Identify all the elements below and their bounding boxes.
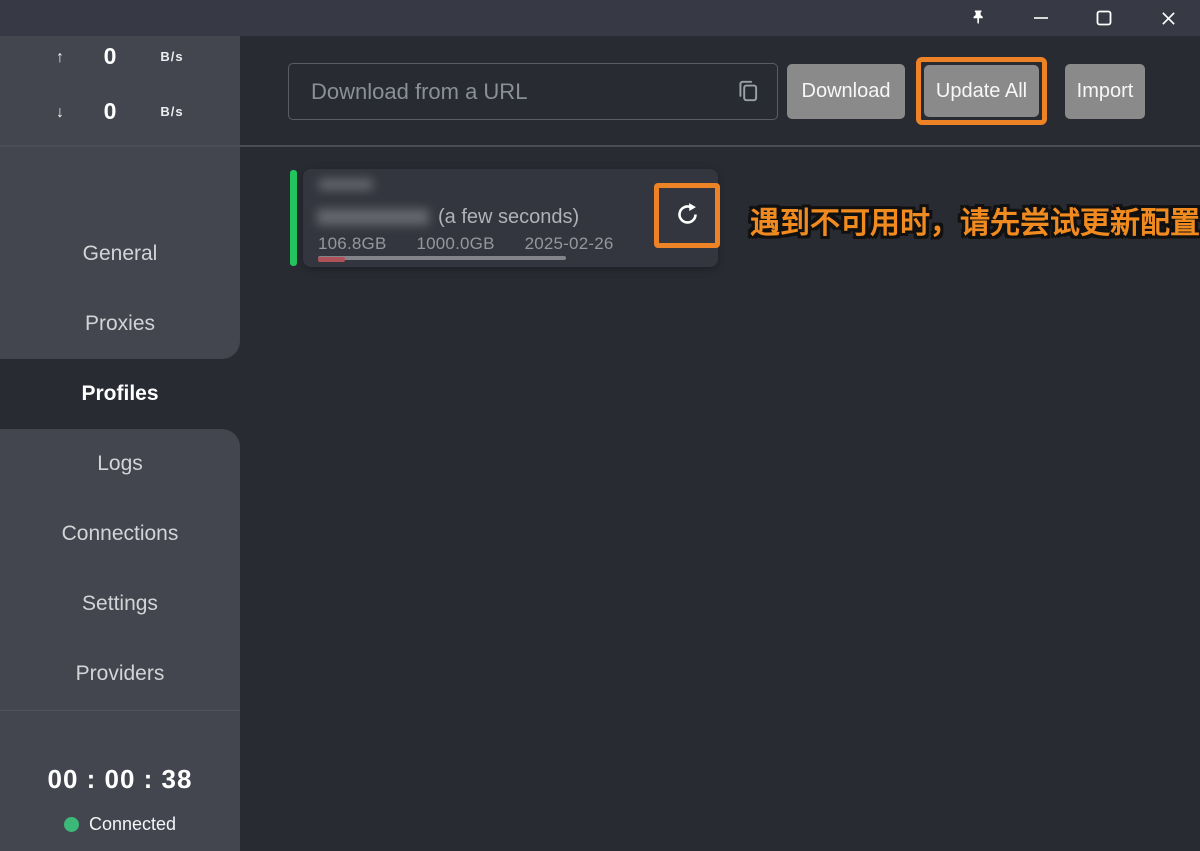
upload-arrow-icon: ↑ (50, 49, 70, 67)
url-input-wrapper (288, 63, 778, 120)
sidebar-item-general[interactable]: General (0, 219, 240, 289)
traffic-total: 1000.0GB (416, 234, 494, 253)
minimize-button[interactable] (1019, 0, 1063, 36)
sidebar-item-providers[interactable]: Providers (0, 639, 240, 709)
sidebar-item-label: General (83, 242, 158, 266)
update-all-button[interactable]: Update All (924, 65, 1039, 117)
download-speed-value: 0 (84, 98, 136, 125)
profile-stats: 106.8GB 1000.0GB 2025-02-26 (318, 234, 614, 254)
status-label: Connected (89, 814, 176, 835)
refresh-highlight-box (654, 183, 720, 248)
sidebar-item-label: Providers (76, 662, 165, 686)
toolbar-divider (0, 145, 1200, 147)
paste-from-clipboard-button[interactable] (734, 78, 762, 106)
connection-status: Connected (0, 812, 240, 836)
upload-speed-value: 0 (84, 43, 136, 70)
sidebar-item-label: Proxies (85, 312, 155, 336)
download-speed-unit: B/s (150, 104, 194, 119)
maximize-icon (1096, 10, 1112, 26)
sidebar-item-proxies[interactable]: Proxies (0, 289, 240, 359)
title-bar (0, 0, 1200, 36)
tutorial-annotation-text: 遇到不可用时，请先尝试更新配置 (750, 198, 1200, 242)
profile-subtitle: (a few seconds) (317, 205, 579, 229)
sidebar-item-label: Logs (97, 452, 143, 476)
active-profile-indicator (290, 170, 297, 266)
expire-date: 2025-02-26 (525, 234, 614, 253)
update-all-highlight-box: Update All (916, 57, 1047, 125)
sidebar-item-settings[interactable]: Settings (0, 569, 240, 639)
maximize-button[interactable] (1082, 0, 1126, 36)
traffic-panel: ↑ 0 B/s ↓ 0 B/s (0, 36, 240, 145)
close-button[interactable] (1146, 0, 1190, 36)
upload-speed-unit: B/s (150, 49, 194, 64)
sidebar-item-label: Settings (82, 592, 158, 616)
close-icon (1161, 11, 1176, 26)
traffic-progress-fill (318, 257, 345, 262)
url-input[interactable] (288, 63, 778, 120)
pin-window-button[interactable] (956, 0, 1000, 36)
sidebar-item-connections[interactable]: Connections (0, 499, 240, 569)
download-button[interactable]: Download (787, 64, 905, 119)
traffic-used: 106.8GB (318, 234, 387, 253)
sidebar-item-logs[interactable]: Logs (0, 429, 240, 499)
sidebar-item-profiles[interactable]: Profiles (0, 359, 240, 429)
minimize-icon (1033, 10, 1049, 26)
traffic-progress-track (318, 256, 566, 260)
status-dot-icon (64, 817, 79, 832)
uptime-timer: 00 : 00 : 38 (0, 764, 240, 795)
profile-name-redacted (319, 179, 373, 190)
import-button[interactable]: Import (1065, 64, 1145, 119)
profile-url-redacted (317, 209, 429, 225)
pushpin-icon (969, 9, 987, 27)
download-arrow-icon: ↓ (50, 104, 70, 122)
copy-icon (735, 78, 761, 107)
sidebar-item-label: Connections (62, 522, 179, 546)
sidebar-item-label: Profiles (81, 382, 158, 406)
profile-updated-ago: (a few seconds) (438, 206, 579, 229)
